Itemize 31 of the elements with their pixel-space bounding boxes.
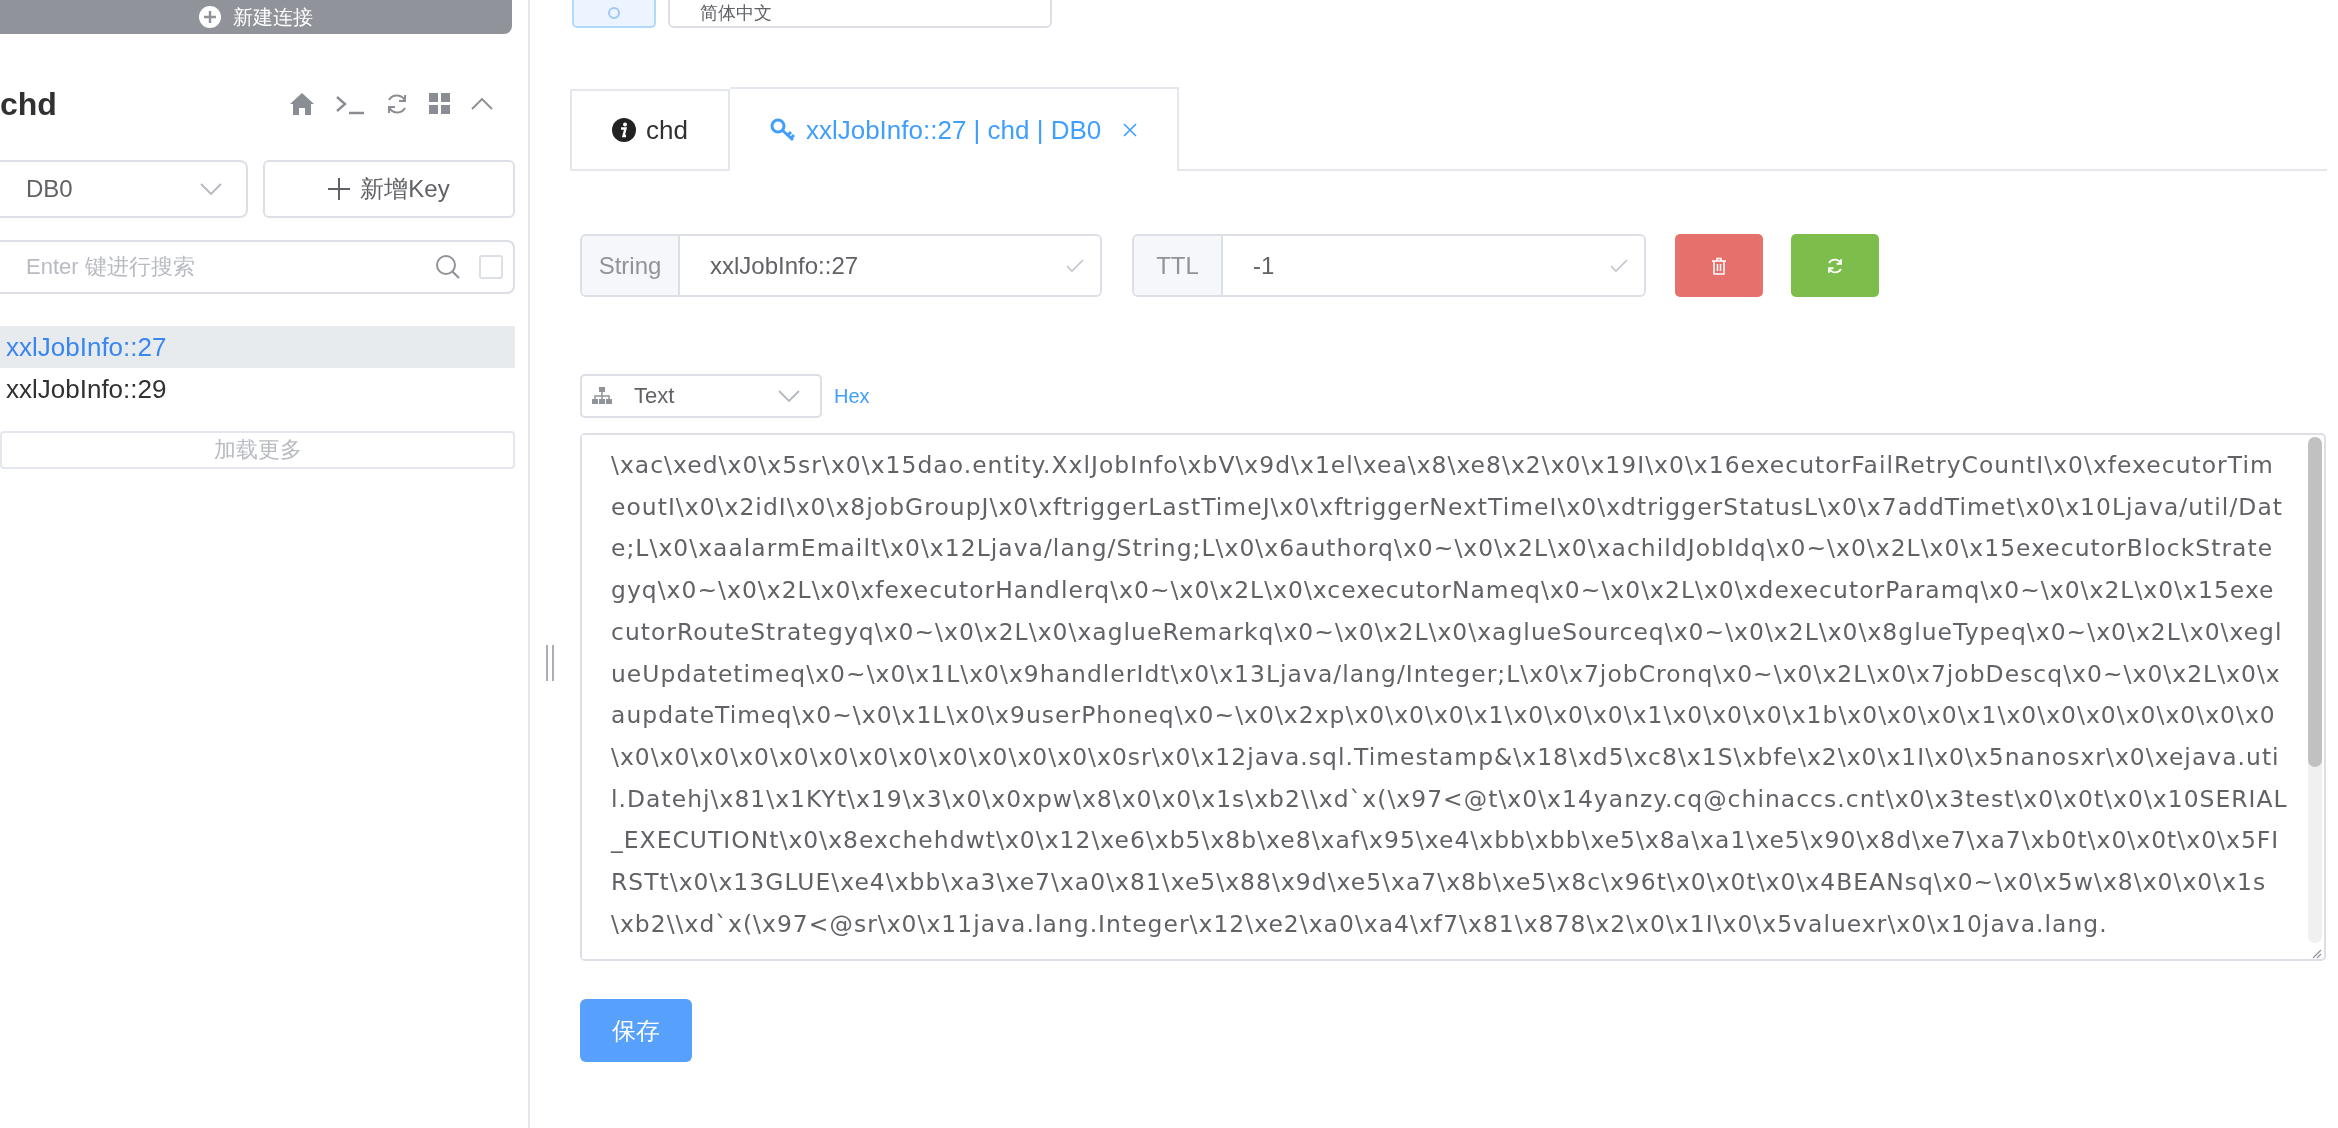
key-list-item[interactable]: xxlJobInfo::29 (0, 368, 515, 410)
format-select[interactable]: Text (580, 374, 822, 418)
search-field[interactable]: Enter 键进行搜索 (0, 240, 515, 294)
connection-name: chd (0, 85, 57, 123)
refresh-icon (1826, 256, 1844, 275)
plus-icon (328, 178, 351, 200)
plus-circle-icon (199, 6, 221, 28)
new-connection-button[interactable]: 新建连接 (0, 0, 512, 34)
grid-icon[interactable] (429, 93, 451, 115)
delete-button[interactable] (1675, 234, 1763, 297)
info-icon (612, 118, 636, 142)
checkbox[interactable] (479, 255, 503, 279)
refresh-icon[interactable] (385, 92, 409, 116)
chevron-down-icon (200, 182, 222, 196)
key-icon (769, 118, 796, 142)
value-textarea[interactable]: \xac\xed\x0\x5sr\x0\x15dao.entity.XxlJobInfo\xbV\x9d\x1el\xea\x8\xe8\x2\x0\x19I\x0\x16executorFailRetryCountI\x0\xfexecutorTimeoutI\x0\x2idI\x0\x8jobGroupJ\x0\xftriggerLastTimeJ\x0\xftriggerNextTimeI\x0\xdtriggerStatusL\x0\x7addTimet\x0\x10Ljava/util/Date;L\x0\xaalarmEmailt\x0\x12Ljava/lang/String;L\x0\x6authorq\x0~\x0\x2L\x0\xachildJobIdq\x0~\x0\x2L\x0\x15executorBlockStrategyq\x0~\x0\x2L\x0\xfexecutorHandlerq\x0~\x0\x2L\x0\xcexecutorNameq\x0~\x0\x2L\x0\xdexecutorParamq\x0~\x0\x2L\x0\x15executorRouteStrategyq\x0~\x0\x2L\x0\xaglueRemarkq\x0~\x0\x2L\x0\xaglueSourceq\x0~\x0\x2L\x0\x8glueTypeq\x0~\x0\x2L\x0\xeglueUpdatetimeq\x0~\x0\x1L\x0\x9handlerIdt\x0\x13Ljava/lang/Integer;L\x0\x7jobCronq\x0~\x0\x2L\x0\x7jobDescq\x0~\x0\x2L\x0\xaupdateTimeq\x0~\x0\x1L\x0\x9userPhoneq\x0~\x0\x2xp\x0\x0\x0\x1\x0\x0\x0\x1\x0\x0\x0\x1b\x0\x0\x0\x1\x0\x0\x0\x0\x0\x0\x0\x0\x0\x0\x0\x0\x0\x0\x0\x0\x0\x0\x0\x0sr\x0\x12java.sql.Timestamp&\x18\xd5\xc8\x1S\xbfe\x2\x0\x1I\x0\x5nanosxr\x0\xejava.util.Datehj\x81\x1KYt\x19\x3\x0\x0xpw\x8\x0\x0\x1s\xb2\\xd`x(\x97<@t\x0\x14yanzy.cq@chinaccs.cnt\x0\x3test\x0\x0t\x0\x10SERIAL_EXECUTIONt\x0\x8exchehdwt\x0\x12\xe6\xb5\x8b\xe8\xaf\x95\xe4\xbb\xbb\xe5\x8a\xa1\xe5\x90\x8d\xe7\xa7\xb0t\x0\x0t\x0\x5FIRSTt\x0\x13GLUE\xe4\xbb\xa3\xe7\xa0\x81\xe5\x88\x9d\xe5\xa7\x8b\xe5\x8c\x96t\x0\x0t\x0\x4BEANsq\x0~\x0\x5w\x8\x0\x0\x1s\xb2\\xd`x(\x97<@sr\x0\x11java.lang.Integer\x12\xe2\xa0\xa4\xf7\x81\x878\x2\x0\x1I\x0\x5valuexr\x0\x10java.lang. (580, 433, 2326, 961)
resize-handle-icon[interactable] (545, 645, 555, 681)
collapse-icon[interactable] (471, 97, 493, 111)
close-icon[interactable] (1123, 123, 1138, 137)
database-select[interactable]: DB0 (0, 160, 248, 218)
home-icon[interactable] (289, 92, 315, 116)
chevron-down-icon (778, 389, 800, 403)
sitemap-icon (592, 387, 612, 405)
add-key-button[interactable]: 新增Key (263, 160, 515, 218)
scrollbar[interactable] (2308, 437, 2322, 943)
language-select[interactable]: 简体中文 (668, 0, 1052, 28)
tab[interactable]: chd (570, 89, 730, 171)
trash-icon (1711, 256, 1727, 275)
resize-grip-icon[interactable] (2310, 947, 2322, 959)
terminal-icon[interactable] (335, 93, 365, 115)
search-icon[interactable] (435, 254, 461, 280)
